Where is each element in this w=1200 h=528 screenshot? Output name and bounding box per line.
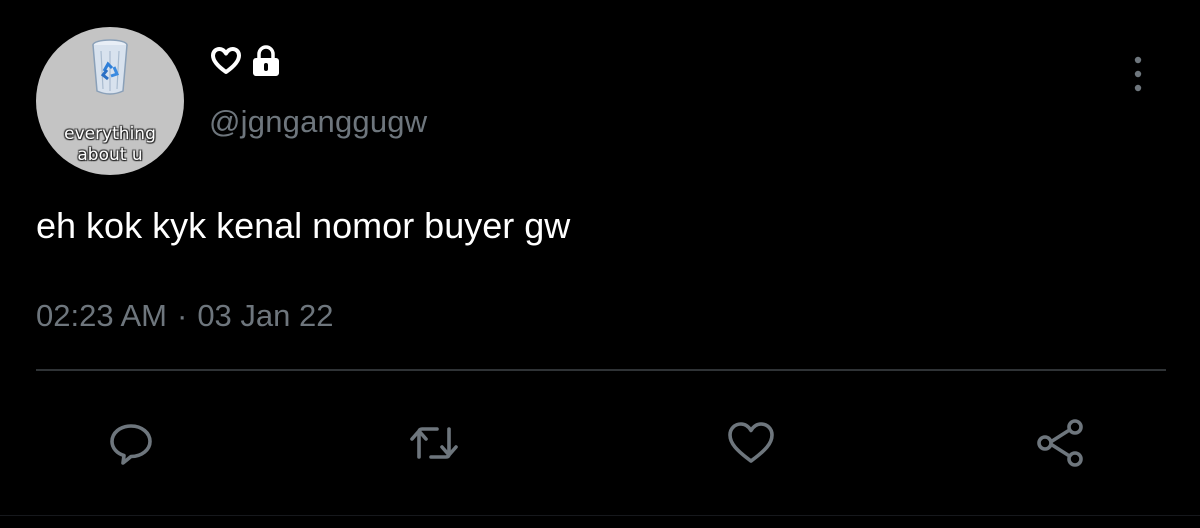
timestamp-separator: · — [176, 298, 188, 333]
more-options-icon[interactable] — [1130, 55, 1146, 93]
name-badges — [210, 45, 281, 77]
retweet-icon — [410, 427, 458, 459]
recycle-bin-icon — [92, 39, 128, 95]
reply-icon — [110, 424, 152, 465]
share-button[interactable] — [1034, 416, 1088, 470]
tweet-text: eh kok kyk kenal nomor buyer gw — [36, 205, 571, 246]
avatar-caption-line2: about u — [77, 145, 143, 165]
bottom-border — [0, 515, 1200, 516]
like-button[interactable] — [724, 416, 778, 470]
tweet-date: 03 Jan 22 — [197, 298, 334, 333]
avatar[interactable]: everything about u — [36, 27, 184, 175]
user-handle[interactable]: @jgnganggugw — [209, 104, 427, 140]
lock-icon — [253, 45, 279, 76]
divider — [36, 369, 1166, 371]
heart-outline-icon — [211, 47, 241, 74]
retweet-button[interactable] — [407, 416, 461, 470]
like-icon — [728, 422, 774, 463]
avatar-caption-line1: everything — [64, 124, 156, 144]
tweet-time: 02:23 AM — [36, 298, 167, 333]
reply-button[interactable] — [104, 416, 158, 470]
share-icon — [1037, 419, 1083, 467]
tweet-timestamp[interactable]: 02:23 AM · 03 Jan 22 — [36, 298, 333, 334]
